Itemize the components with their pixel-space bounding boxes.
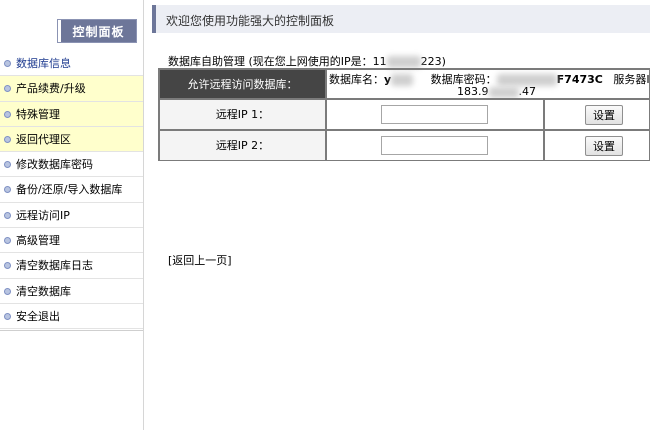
sidebar-item-change-password[interactable]: 修改数据库密码	[0, 152, 143, 178]
sidebar-item-logout[interactable]: 安全退出	[0, 304, 143, 330]
redacted-blur	[386, 56, 421, 68]
back-link[interactable]: [返回上一页]	[168, 252, 232, 268]
remote-ip-1-label: 远程IP 1：	[159, 99, 326, 130]
welcome-banner: 欢迎您使用功能强大的控制面板	[152, 5, 650, 33]
sidebar-item-label: 产品续费/升级	[16, 82, 86, 96]
sidebar-item-clear-log[interactable]: 清空数据库日志	[0, 253, 143, 279]
bullet-icon	[4, 186, 11, 194]
remote-ip-1-btn-cell: 设置	[544, 99, 650, 130]
sidebar-item-label: 特殊管理	[16, 107, 60, 121]
sidebar: 控制面板 数据库信息 产品续费/升级 特殊管理 返回代理区 修改数据库密码 备份…	[0, 0, 144, 430]
sidebar-item-label: 清空数据库	[16, 284, 71, 298]
redacted-blur	[488, 86, 519, 98]
server-ip-line: 183.9 .47	[457, 85, 536, 98]
sidebar-item-label: 修改数据库密码	[16, 158, 93, 172]
db-name-value: y	[384, 73, 392, 86]
welcome-title: 欢迎您使用功能强大的控制面板	[166, 14, 335, 28]
db-info-cell: 数据库名：y 数据库密码：F7473C 服务器IP 183.9.47	[326, 69, 650, 99]
self-service-info: 数据库自助管理 (现在您上网使用的IP是：11 223)	[168, 53, 446, 69]
bullet-icon	[4, 211, 11, 219]
server-ip-suffix: .47	[518, 85, 537, 98]
sidebar-item-back-to-agent[interactable]: 返回代理区	[0, 126, 143, 153]
remote-ip-2-cell	[326, 130, 544, 161]
sidebar-item-advanced[interactable]: 高级管理	[0, 228, 143, 254]
sidebar-item-clear-db[interactable]: 清空数据库	[0, 279, 143, 304]
bullet-icon	[4, 237, 11, 245]
sidebar-item-special-manage[interactable]: 特殊管理	[0, 101, 143, 127]
bullet-icon	[4, 110, 11, 118]
bullet-icon	[4, 60, 11, 67]
bullet-icon	[4, 85, 11, 93]
set-remote-ip-1-button[interactable]: 设置	[585, 105, 623, 125]
info-prefix: 数据库自助管理 (现在您上网使用的IP是：11	[168, 55, 387, 68]
sidebar-item-label: 返回代理区	[16, 132, 71, 146]
bullet-icon	[4, 262, 11, 270]
bullet-icon	[4, 287, 11, 295]
remote-ip-1-cell	[326, 99, 544, 130]
sidebar-item-label: 数据库信息	[16, 57, 71, 70]
info-suffix: 223)	[420, 55, 446, 68]
sidebar-item-backup-restore[interactable]: 备份/还原/导入数据库	[0, 177, 143, 203]
sidebar-item-label: 安全退出	[16, 309, 60, 323]
sidebar-divider	[0, 329, 143, 332]
set-remote-ip-2-button[interactable]: 设置	[585, 136, 623, 156]
sidebar-item-renew-upgrade[interactable]: 产品续费/升级	[0, 76, 143, 102]
sidebar-title: 控制面板	[72, 25, 125, 39]
bullet-icon	[4, 135, 11, 143]
sidebar-header: 控制面板	[0, 0, 143, 50]
bullet-icon	[4, 312, 11, 320]
remote-ip-1-input[interactable]	[381, 105, 488, 124]
db-name-label: 数据库名：	[329, 73, 384, 86]
remote-ip-2-input[interactable]	[381, 136, 488, 155]
bullet-icon	[4, 161, 11, 169]
sidebar-item-db-info[interactable]: 数据库信息	[0, 51, 143, 77]
sidebar-item-label: 高级管理	[16, 234, 60, 248]
redacted-blur	[391, 74, 414, 86]
sidebar-item-label: 清空数据库日志	[16, 259, 93, 273]
sidebar-menu: 数据库信息 产品续费/升级 特殊管理 返回代理区 修改数据库密码 备份/还原/导…	[0, 51, 143, 332]
db-password-value: F7473C	[556, 73, 603, 86]
remote-ip-2-btn-cell: 设置	[544, 130, 650, 161]
remote-ip-2-label: 远程IP 2：	[159, 130, 326, 161]
server-ip-label: 服务器IP	[613, 73, 650, 86]
server-ip-prefix: 183.9	[457, 85, 489, 98]
sidebar-item-remote-ip[interactable]: 远程访问IP	[0, 203, 143, 229]
table-header: 允许远程访问数据库：	[159, 69, 326, 99]
sidebar-item-label: 备份/还原/导入数据库	[16, 183, 123, 197]
sidebar-title-box: 控制面板	[57, 19, 137, 43]
remote-access-table: 允许远程访问数据库： 数据库名：y 数据库密码：F7473C 服务器IP 183…	[158, 68, 650, 161]
sidebar-item-label: 远程访问IP	[16, 208, 70, 222]
